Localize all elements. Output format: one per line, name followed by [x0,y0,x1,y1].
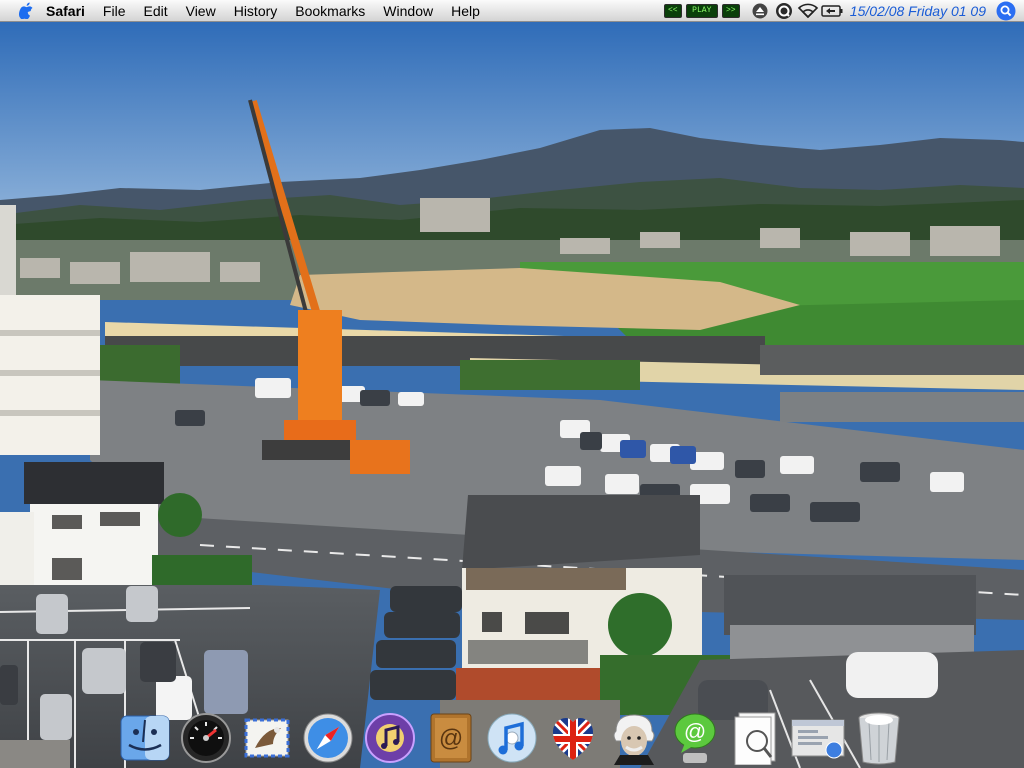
menu-edit[interactable]: Edit [134,0,176,22]
dashboard-icon[interactable] [177,708,235,768]
apple-icon[interactable] [12,0,40,22]
menu-bookmarks[interactable]: Bookmarks [286,0,374,22]
menu-file[interactable]: File [94,0,135,22]
dock: @ @ [112,700,912,768]
menu-bar: Safari File Edit View History Bookmarks … [0,0,1024,22]
downloads-icon[interactable] [789,708,847,768]
address-book-icon[interactable]: @ [422,708,480,768]
play-button[interactable]: PLAY [685,4,718,18]
itunes-icon[interactable] [483,708,541,768]
spotlight-icon[interactable] [992,0,1020,22]
uk-flag-icon[interactable] [544,708,602,768]
svg-text:@: @ [439,725,463,752]
wifi-icon[interactable] [796,0,820,22]
previous-track-button[interactable]: << [663,4,682,18]
mail-icon[interactable] [238,708,296,768]
menu-view[interactable]: View [177,0,225,22]
ichat-icon[interactable]: @ [666,708,724,768]
menu-history[interactable]: History [225,0,287,22]
desktop-wallpaper [0,22,1024,768]
quicksilver-icon[interactable] [772,0,796,22]
menu-window[interactable]: Window [374,0,442,22]
preview-icon[interactable] [728,708,786,768]
battery-icon[interactable] [820,0,844,22]
svg-text:@: @ [684,719,706,744]
menu-extras: << PLAY >> 15/02/08 Friday 01 09 [663,0,1024,22]
menu-help[interactable]: Help [442,0,489,22]
trash-icon[interactable] [850,708,908,768]
menu-clock[interactable]: 15/02/08 Friday 01 09 [844,3,992,19]
finder-icon[interactable] [116,708,174,768]
itunes-controller: << PLAY >> [663,4,740,18]
itunes-dj-icon[interactable] [361,708,419,768]
safari-icon[interactable] [299,708,357,768]
eject-icon[interactable] [748,0,772,22]
next-track-button[interactable]: >> [721,4,740,18]
menu-app-name[interactable]: Safari [40,0,94,22]
einstein-icon[interactable] [605,708,663,768]
